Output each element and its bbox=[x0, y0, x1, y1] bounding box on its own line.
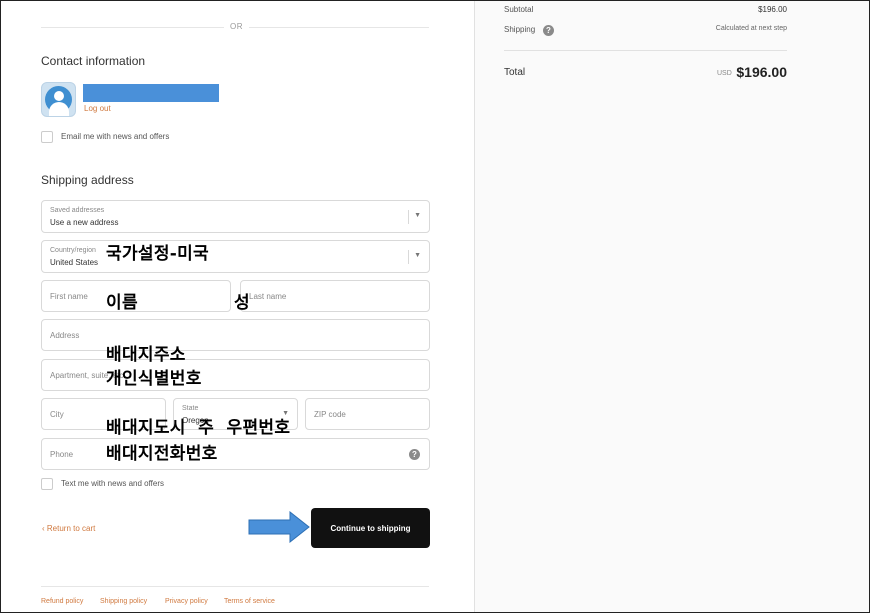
privacy-policy-link[interactable]: Privacy policy bbox=[165, 598, 208, 605]
email-opt-in-checkbox[interactable] bbox=[41, 131, 53, 143]
chevron-down-icon: ▼ bbox=[414, 212, 421, 219]
redacted-email bbox=[83, 84, 219, 102]
subtotal-label: Subtotal bbox=[504, 5, 534, 14]
return-to-cart-link[interactable]: ‹ Return to cart bbox=[42, 524, 95, 533]
shipping-policy-link[interactable]: Shipping policy bbox=[100, 598, 147, 605]
chevron-down-icon: ▼ bbox=[414, 252, 421, 259]
phone-placeholder: Phone bbox=[50, 450, 74, 459]
city-placeholder: City bbox=[50, 410, 64, 419]
summary-divider bbox=[504, 50, 787, 51]
saved-addresses-select[interactable]: Saved addresses Use a new address ▼ bbox=[41, 200, 430, 233]
contact-title: Contact information bbox=[41, 54, 146, 68]
state-label: State bbox=[182, 405, 199, 412]
continue-to-shipping-button[interactable]: Continue to shipping bbox=[311, 508, 430, 548]
zip-field[interactable]: ZIP code bbox=[305, 398, 430, 430]
order-summary-panel bbox=[474, 0, 870, 613]
annotation-apartment: 개인식별번호 bbox=[106, 369, 202, 389]
country-label: Country/region bbox=[50, 247, 96, 254]
last-name-field[interactable]: Last name bbox=[240, 280, 430, 312]
phone-field[interactable]: Phone ? bbox=[41, 438, 430, 470]
question-icon[interactable]: ? bbox=[543, 25, 554, 36]
total-value: $196.00 bbox=[736, 64, 787, 80]
annotation-last-name: 성 bbox=[234, 293, 250, 313]
annotation-phone: 배대지전화번호 bbox=[106, 444, 218, 464]
footer-divider bbox=[41, 586, 429, 587]
apartment-field[interactable]: Apartment, suite, etc. bbox=[41, 359, 430, 391]
currency-code: USD bbox=[717, 70, 732, 77]
email-opt-in-label: Email me with news and offers bbox=[61, 132, 170, 141]
or-divider-text: OR bbox=[224, 22, 249, 31]
saved-addresses-label: Saved addresses bbox=[50, 207, 105, 214]
annotation-country: 국가설정-미국 bbox=[106, 244, 209, 264]
avatar bbox=[41, 82, 76, 117]
return-to-cart-label: Return to cart bbox=[46, 524, 96, 533]
shipping-title: Shipping address bbox=[41, 173, 134, 187]
sms-opt-in-checkbox[interactable] bbox=[41, 478, 53, 490]
annotation-arrow-icon bbox=[248, 511, 310, 543]
total-label: Total bbox=[504, 67, 526, 78]
annotation-city-row: 배대지도시 주 우편번호 bbox=[106, 418, 291, 438]
logout-link[interactable]: Log out bbox=[84, 104, 111, 113]
annotation-address: 배대지주소 bbox=[106, 345, 186, 365]
saved-addresses-value: Use a new address bbox=[50, 218, 119, 227]
shipping-value: Calculated at next step bbox=[715, 25, 787, 32]
first-name-placeholder: First name bbox=[50, 292, 88, 301]
terms-of-service-link[interactable]: Terms of service bbox=[224, 598, 275, 605]
annotation-first-name: 이름 bbox=[106, 293, 138, 313]
zip-placeholder: ZIP code bbox=[314, 410, 346, 419]
country-select[interactable]: Country/region United States ▼ bbox=[41, 240, 430, 273]
refund-policy-link[interactable]: Refund policy bbox=[41, 598, 83, 605]
shipping-label-text: Shipping bbox=[504, 25, 536, 34]
country-value: United States bbox=[50, 258, 99, 267]
checkout-form-panel: OR Contact information Log out Email me … bbox=[0, 0, 474, 613]
last-name-placeholder: Last name bbox=[249, 292, 287, 301]
address-placeholder: Address bbox=[50, 331, 80, 340]
address-field[interactable]: Address bbox=[41, 319, 430, 351]
shipping-label: Shipping bbox=[504, 25, 535, 34]
question-icon[interactable]: ? bbox=[409, 449, 420, 460]
sms-opt-in-label: Text me with news and offers bbox=[61, 479, 165, 488]
subtotal-value: $196.00 bbox=[758, 5, 787, 14]
